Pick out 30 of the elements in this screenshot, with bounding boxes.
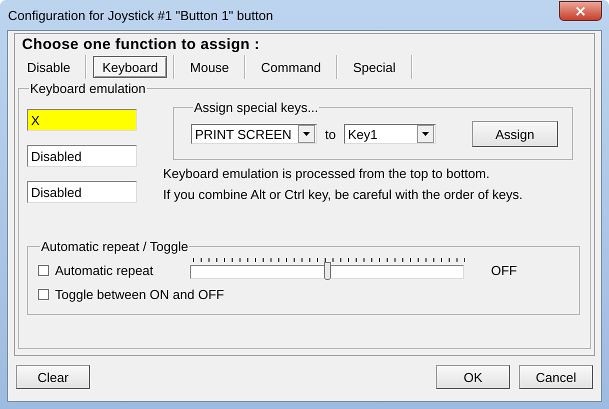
key-field[interactable]: Disabled — [27, 181, 137, 203]
window-title: Configuration for Joystick #1 "Button 1" button — [7, 8, 274, 22]
dropdown-arrow-icon — [303, 132, 310, 136]
checkbox-option[interactable]: Automatic repeat — [38, 258, 190, 282]
tab[interactable]: Special — [344, 56, 405, 78]
group-label: Assign special keys... — [193, 100, 320, 115]
hint-text: Keyboard emulation is processed from the top to bottom. — [163, 166, 491, 181]
checkbox-option[interactable]: Toggle between ON and OFF — [38, 282, 224, 306]
tab[interactable]: Command — [252, 56, 330, 78]
key-dropdown[interactable]: PRINT SCREEN — [191, 124, 317, 144]
group-label: Automatic repeat / Toggle — [40, 239, 190, 254]
tab[interactable]: Keyboard — [93, 56, 168, 78]
target-dropdown[interactable]: Key1 — [344, 124, 436, 144]
group-label: Keyboard emulation — [29, 81, 147, 96]
tab[interactable]: Mouse — [181, 56, 238, 78]
hint-text: If you combine Alt or Ctrl key, be careful with the order of keys. — [163, 187, 524, 202]
ok-button[interactable]: OK — [436, 365, 510, 389]
clear-button[interactable]: Clear — [16, 365, 90, 389]
checkbox[interactable] — [38, 264, 49, 276]
checkbox[interactable] — [38, 288, 49, 300]
section-heading: Choose one function to assign : — [21, 36, 261, 53]
key-field[interactable]: Disabled — [27, 145, 137, 167]
assign-button[interactable]: Assign — [472, 121, 558, 147]
dropdown-arrow-icon — [422, 132, 429, 136]
tab[interactable]: Disable — [18, 56, 80, 78]
slider-value: OFF — [491, 262, 517, 278]
to-label: to — [325, 126, 336, 142]
slider-thumb[interactable] — [324, 262, 332, 280]
cancel-button[interactable]: Cancel — [519, 365, 593, 389]
key-field[interactable]: X — [27, 109, 137, 131]
